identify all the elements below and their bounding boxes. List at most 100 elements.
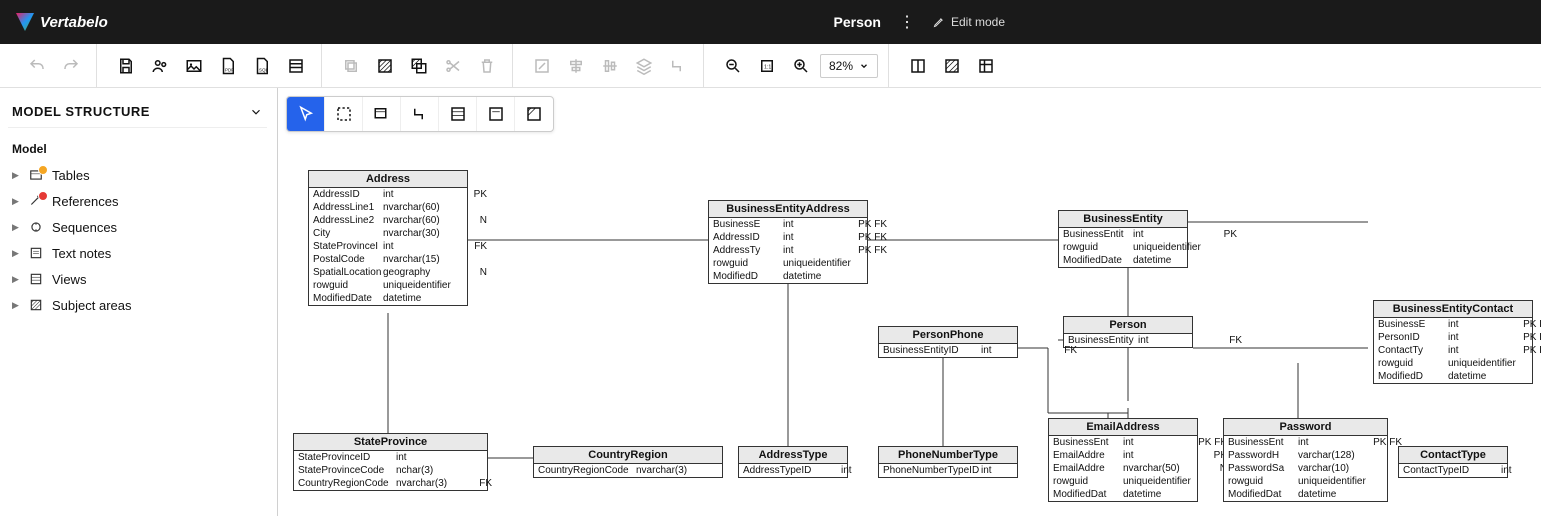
pdf-icon: PDF [219, 57, 237, 75]
entity-column-row[interactable]: PasswordHvarchar(128) [1224, 449, 1387, 462]
sidebar-title[interactable]: MODEL STRUCTURE [8, 96, 267, 128]
zoom-out-button[interactable] [718, 51, 748, 81]
entity-addresstype[interactable]: AddressType AddressTypeIDint [738, 446, 848, 478]
entity-address[interactable]: Address AddressIDintPKAddressLine1nvarch… [308, 170, 468, 306]
entity-column-row[interactable]: BusinessEntitintPK [1059, 228, 1187, 241]
entity-person[interactable]: Person BusinessEntityintFK [1063, 316, 1193, 348]
export-image-button[interactable] [179, 51, 209, 81]
entity-column-row[interactable]: PhoneNumberTypeIDint [879, 464, 1017, 477]
entity-password[interactable]: Password BusinessEntintPK FKPasswordHvar… [1223, 418, 1388, 502]
entity-emailaddress[interactable]: EmailAddress BusinessEntintPK FKEmailAdd… [1048, 418, 1198, 502]
entity-businessentityaddress[interactable]: BusinessEntityAddress BusinessEintPK FKA… [708, 200, 868, 284]
select-area-tool-button[interactable] [325, 97, 363, 131]
sidebar-item-textnotes[interactable]: ▶ Text notes [8, 240, 267, 266]
entity-column-row[interactable]: rowguiduniqueidentifier [1224, 475, 1387, 488]
entity-column-row[interactable]: rowguiduniqueidentifier [1059, 241, 1187, 254]
export-sql-button[interactable]: SQL [247, 51, 277, 81]
view1-button[interactable] [903, 51, 933, 81]
canvas[interactable]: Address AddressIDintPKAddressLine1nvarch… [278, 88, 1541, 516]
entity-column-row[interactable]: ModifiedDatdatetime [1049, 488, 1197, 501]
entity-column-row[interactable]: ModifiedDdatetime [709, 270, 867, 283]
route-button[interactable] [663, 51, 693, 81]
add-view-tool-button[interactable] [439, 97, 477, 131]
copy-button[interactable] [336, 51, 366, 81]
sidebar-item-sequences[interactable]: ▶ Sequences [8, 214, 267, 240]
entity-column-row[interactable]: BusinessEntityIDintFK [879, 344, 1017, 357]
entity-column-row[interactable]: BusinessEintPK FK [709, 218, 867, 231]
add-note-tool-button[interactable] [477, 97, 515, 131]
entity-column-row[interactable]: BusinessEintPK FK [1374, 318, 1532, 331]
entity-column-row[interactable]: ContactTypeIDint [1399, 464, 1507, 477]
export-pdf-button[interactable]: PDF [213, 51, 243, 81]
entity-column-row[interactable]: CountryRegionCodenvarchar(3) [534, 464, 722, 477]
save-button[interactable] [111, 51, 141, 81]
add-area-tool-button[interactable] [515, 97, 553, 131]
entity-contacttype[interactable]: ContactType ContactTypeIDint [1398, 446, 1508, 478]
entity-personphone[interactable]: PersonPhone BusinessEntityIDintFK [878, 326, 1018, 358]
entity-column-row[interactable]: rowguiduniqueidentifier [709, 257, 867, 270]
entity-column-row[interactable]: CountryRegionCodenvarchar(3)FK [294, 477, 487, 490]
zoom-fit-button[interactable]: 1:1 [752, 51, 782, 81]
zoom-value-select[interactable]: 82% [820, 54, 878, 78]
entity-column-row[interactable]: BusinessEntintPK FK [1224, 436, 1387, 449]
resize-button[interactable] [527, 51, 557, 81]
entity-column-row[interactable]: EmailAddrenvarchar(50)N [1049, 462, 1197, 475]
entity-column-row[interactable]: AddressLine1nvarchar(60) [309, 201, 467, 214]
entity-column-row[interactable]: AddressIDintPK [309, 188, 467, 201]
sidebar-item-views[interactable]: ▶ Views [8, 266, 267, 292]
cut-button[interactable] [438, 51, 468, 81]
entity-column-row[interactable]: AddressTypeIDint [739, 464, 847, 477]
hatch1-button[interactable] [370, 51, 400, 81]
more-menu-icon[interactable]: ⋮ [899, 12, 915, 32]
entity-column-row[interactable]: rowguiduniqueidentifier [309, 279, 467, 292]
entity-businessentitycontact[interactable]: BusinessEntityContact BusinessEintPK FKP… [1373, 300, 1533, 384]
entity-column-row[interactable]: ModifiedDatdatetime [1224, 488, 1387, 501]
align-h-icon [567, 57, 585, 75]
entity-column-row[interactable]: BusinessEntintPK FK [1049, 436, 1197, 449]
entity-column-row[interactable]: rowguiduniqueidentifier [1374, 357, 1532, 370]
entity-column-row[interactable]: AddressTyintPK FK [709, 244, 867, 257]
sidebar-item-subjectareas[interactable]: ▶ Subject areas [8, 292, 267, 318]
entity-column-row[interactable]: AddressLine2nvarchar(60)N [309, 214, 467, 227]
layers-button[interactable] [629, 51, 659, 81]
entity-phonenumbertype[interactable]: PhoneNumberType PhoneNumberTypeIDint [878, 446, 1018, 478]
redo-button[interactable] [56, 51, 86, 81]
add-table-tool-button[interactable] [363, 97, 401, 131]
entity-column-row[interactable]: rowguiduniqueidentifier [1049, 475, 1197, 488]
entity-column-row[interactable]: ModifiedDatedatetime [1059, 254, 1187, 267]
entity-column-row[interactable]: StateProvinceIDint [294, 451, 487, 464]
logo[interactable]: Vertabelo [16, 13, 108, 31]
align-h-button[interactable] [561, 51, 591, 81]
entity-businessentity[interactable]: BusinessEntity BusinessEntitintPKrowguid… [1058, 210, 1188, 268]
view3-button[interactable] [971, 51, 1001, 81]
entity-column-row[interactable]: ModifiedDatedatetime [309, 292, 467, 305]
sidebar-item-tables[interactable]: ▶ Tables [8, 162, 267, 188]
edit-mode-toggle[interactable]: Edit mode [933, 15, 1005, 29]
view2-button[interactable] [937, 51, 967, 81]
entity-countryregion[interactable]: CountryRegion CountryRegionCodenvarchar(… [533, 446, 723, 478]
entity-column-row[interactable]: StateProvinceIintFK [309, 240, 467, 253]
entity-column-row[interactable]: EmailAddreintPK [1049, 449, 1197, 462]
entity-column-row[interactable]: ModifiedDdatetime [1374, 370, 1532, 383]
entity-stateprovince[interactable]: StateProvince StateProvinceIDintStatePro… [293, 433, 488, 491]
entity-column-row[interactable]: PersonIDintPK FK [1374, 331, 1532, 344]
sidebar: MODEL STRUCTURE Model ▶ Tables ▶ Referen… [0, 88, 278, 516]
undo-button[interactable] [22, 51, 52, 81]
delete-button[interactable] [472, 51, 502, 81]
hatch2-button[interactable] [404, 51, 434, 81]
sidebar-item-references[interactable]: ▶ References [8, 188, 267, 214]
zoom-in-button[interactable] [786, 51, 816, 81]
entity-column-row[interactable]: BusinessEntityintFK [1064, 334, 1192, 347]
entity-column-row[interactable]: PostalCodenvarchar(15) [309, 253, 467, 266]
entity-column-row[interactable]: StateProvinceCodenchar(3) [294, 464, 487, 477]
align-v-button[interactable] [595, 51, 625, 81]
entity-column-row[interactable]: AddressIDintPK FK [709, 231, 867, 244]
entity-column-row[interactable]: Citynvarchar(30) [309, 227, 467, 240]
share-button[interactable] [145, 51, 175, 81]
add-reference-tool-button[interactable] [401, 97, 439, 131]
panel-button[interactable] [281, 51, 311, 81]
pointer-tool-button[interactable] [287, 97, 325, 131]
entity-column-row[interactable]: PasswordSavarchar(10) [1224, 462, 1387, 475]
entity-column-row[interactable]: ContactTyintPK FK [1374, 344, 1532, 357]
entity-column-row[interactable]: SpatialLocationgeographyN [309, 266, 467, 279]
